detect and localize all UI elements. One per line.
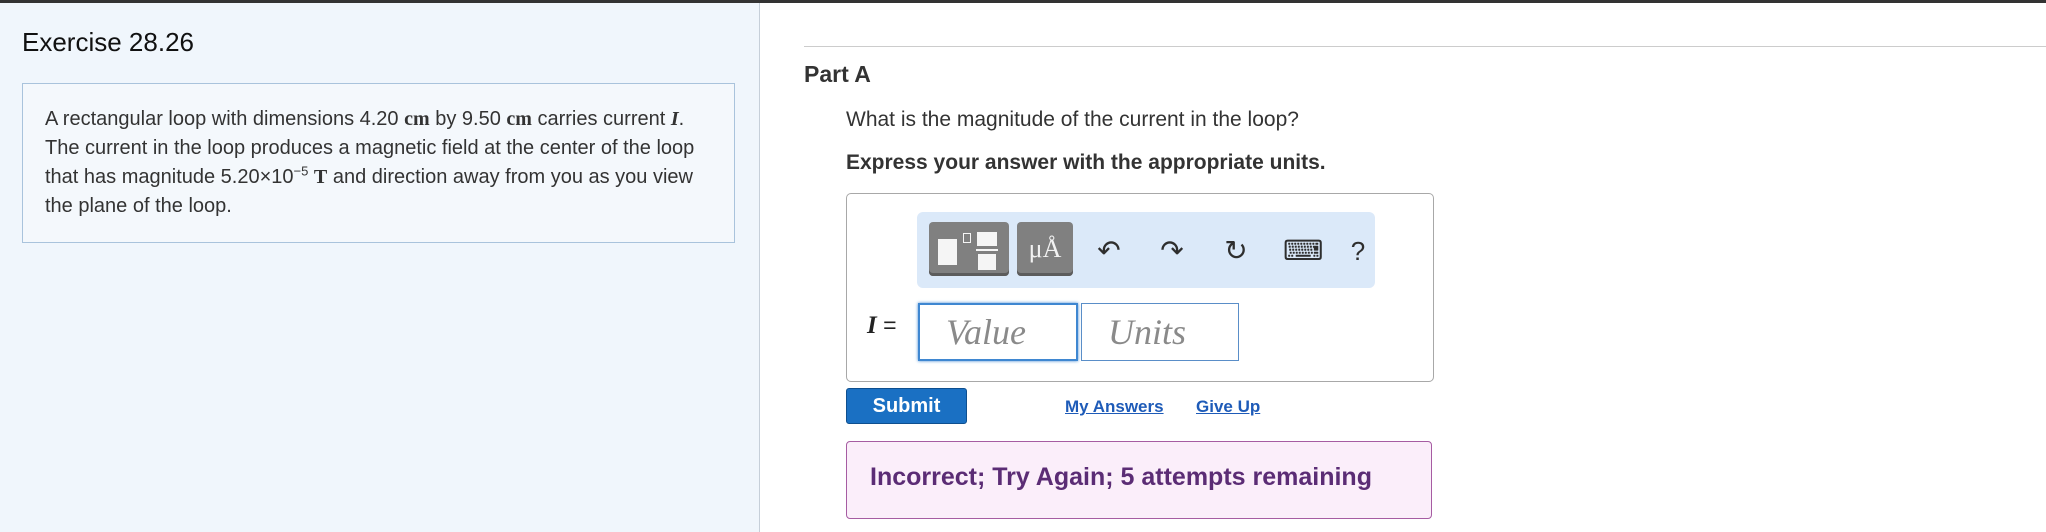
math-toolbar: μÅ ↶ ↷ ↻ ⌨ ?: [917, 212, 1375, 288]
template-square: [978, 254, 996, 270]
templates-button[interactable]: [929, 222, 1009, 276]
template-square: [938, 239, 957, 265]
problem-text: A rectangular loop with dimensions 4.20: [45, 108, 405, 130]
exercise-title: Exercise 28.26: [22, 27, 194, 57]
exponent: −5: [293, 163, 309, 179]
undo-icon[interactable]: ↶: [1092, 234, 1126, 268]
problem-statement: A rectangular loop with dimensions 4.20 …: [22, 83, 735, 243]
help-button[interactable]: ?: [1341, 234, 1375, 268]
redo-icon[interactable]: ↷: [1155, 234, 1189, 268]
feedback-message: Incorrect; Try Again; 5 attempts remaini…: [846, 441, 1432, 519]
answer-box: μÅ ↶ ↷ ↻ ⌨ ? I =: [846, 193, 1434, 382]
instruction-text: Express your answer with the appropriate…: [846, 151, 1326, 174]
answer-variable: I: [867, 312, 877, 339]
units-input[interactable]: [1081, 303, 1239, 361]
unit-tesla: T: [313, 166, 328, 188]
template-square: [977, 232, 997, 246]
part-divider: [804, 46, 2046, 47]
give-up-link[interactable]: Give Up: [1196, 397, 1260, 417]
equals-sign: =: [876, 312, 897, 338]
variable-current: I: [670, 108, 679, 130]
keyboard-icon[interactable]: ⌨: [1283, 234, 1323, 268]
template-fraction-bar: [976, 249, 998, 251]
question-text: What is the magnitude of the current in …: [846, 108, 1299, 131]
my-answers-link[interactable]: My Answers: [1065, 397, 1164, 417]
submit-button[interactable]: Submit: [846, 388, 967, 424]
answer-variable-label: I =: [867, 312, 897, 340]
problem-panel: Exercise 28.26 A rectangular loop with d…: [0, 3, 760, 532]
problem-text: carries current: [531, 108, 671, 130]
template-square: [963, 233, 971, 243]
part-title: Part A: [804, 61, 871, 87]
unit-cm: cm: [506, 108, 532, 130]
reset-icon[interactable]: ↻: [1219, 234, 1253, 268]
value-input[interactable]: [918, 303, 1078, 361]
problem-text: by 9.50: [429, 108, 507, 130]
unit-cm: cm: [404, 108, 430, 130]
units-button[interactable]: μÅ: [1017, 222, 1073, 276]
